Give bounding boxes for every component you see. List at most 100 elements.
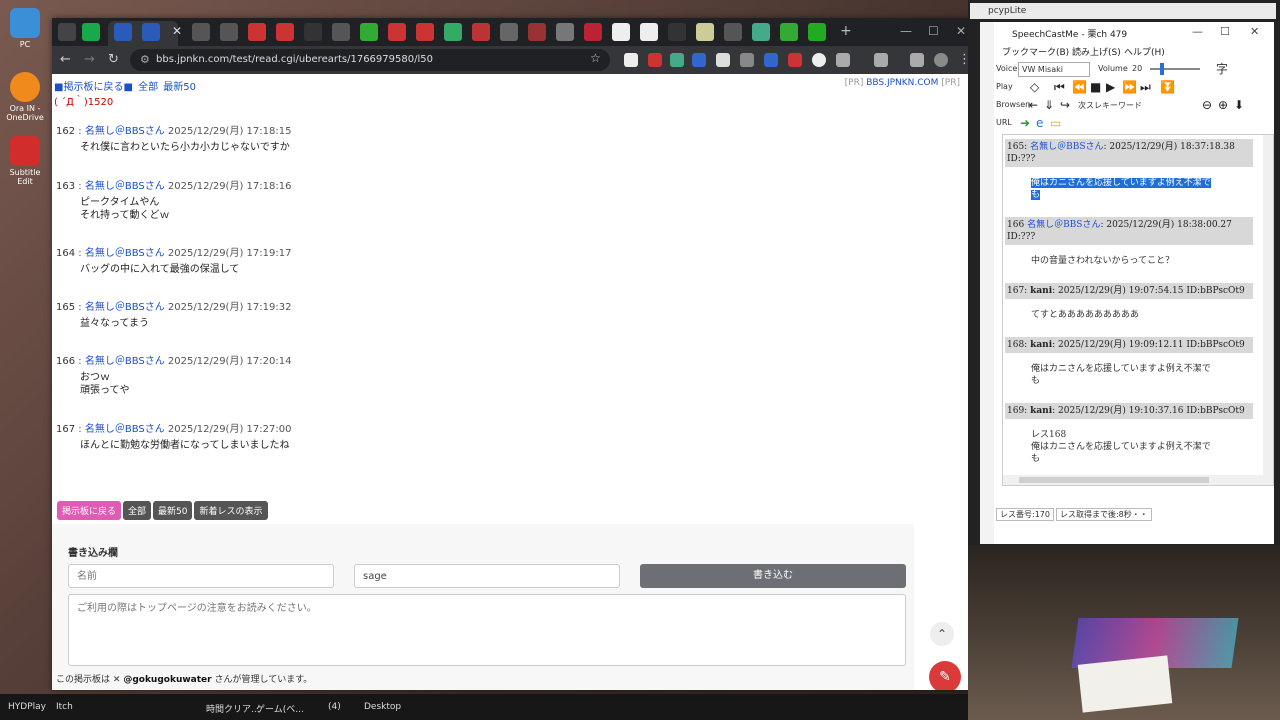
play-icon[interactable]: ▶ xyxy=(1106,80,1115,94)
tab-favicon[interactable] xyxy=(332,23,350,41)
forward-icon[interactable]: → xyxy=(84,52,95,67)
site-info-icon[interactable]: ⚙ xyxy=(140,53,150,66)
tab-menu-icon[interactable] xyxy=(58,23,76,41)
post-number[interactable]: 166 xyxy=(56,356,75,367)
post-number[interactable]: 164 xyxy=(56,248,75,259)
first-icon[interactable]: ⏮ xyxy=(1054,80,1065,95)
new-tab-icon[interactable]: + xyxy=(840,23,852,39)
latest50-link[interactable]: 最新50 xyxy=(163,82,196,93)
maximize-icon[interactable]: ☐ xyxy=(928,24,939,38)
tab-favicon[interactable] xyxy=(114,23,132,41)
go-icon[interactable]: ➜ xyxy=(1020,116,1030,130)
tab-favicon[interactable] xyxy=(556,23,574,41)
address-bar[interactable]: ⚙ bbs.jpnkn.com/test/read.cgi/uberearts/… xyxy=(130,49,610,71)
taskbar-item[interactable]: HYDPlay xyxy=(8,702,46,712)
back-icon[interactable]: ⇤ xyxy=(1028,98,1038,112)
post-name[interactable]: 名無し＠BBSさん xyxy=(85,181,165,192)
bookmark-star-icon[interactable]: ☆ xyxy=(590,51,601,65)
tab-favicon[interactable] xyxy=(696,23,714,41)
tab-favicon[interactable] xyxy=(472,23,490,41)
menu-help[interactable]: ヘルプ(H) xyxy=(1124,45,1165,58)
back-icon[interactable]: ← xyxy=(60,52,71,67)
latest50-button[interactable]: 最新50 xyxy=(153,501,193,520)
back-to-board-button[interactable]: 掲示板に戻る xyxy=(57,501,122,520)
all-link[interactable]: 全部 xyxy=(138,82,158,93)
taskbar-item[interactable]: (4) xyxy=(328,702,341,712)
scroll-top-button[interactable]: ⌃ xyxy=(930,622,954,646)
last-icon[interactable]: ⏭ xyxy=(1140,80,1151,95)
message-textarea[interactable]: ご利用の際はトップページの注意をお読みください。 xyxy=(68,594,906,666)
ie-icon[interactable]: e xyxy=(1036,116,1043,130)
back-to-board-link[interactable]: ■掲示板に戻る■ xyxy=(54,82,133,93)
tab-favicon[interactable] xyxy=(192,23,210,41)
reading-list-icon[interactable] xyxy=(910,53,924,67)
extension-icon[interactable] xyxy=(624,53,638,67)
menu-bookmark[interactable]: ブックマーク(B) xyxy=(1002,45,1069,58)
extension-icon[interactable] xyxy=(788,53,802,67)
minimize-icon[interactable]: — xyxy=(1192,25,1203,38)
taskbar-item[interactable]: Itch xyxy=(56,702,73,712)
extension-icon[interactable] xyxy=(716,53,730,67)
tab-favicon[interactable] xyxy=(640,23,658,41)
avatar[interactable] xyxy=(934,53,948,67)
close-window-icon[interactable]: ✕ xyxy=(956,24,966,38)
down-icon[interactable]: ⇓ xyxy=(1044,98,1054,112)
all-button[interactable]: 全部 xyxy=(123,501,152,520)
post-number[interactable]: 165 xyxy=(56,302,75,313)
voice-select[interactable]: VW Misaki xyxy=(1018,62,1090,77)
extension-icon[interactable] xyxy=(764,53,778,67)
show-new-button[interactable]: 新着レスの表示 xyxy=(194,501,268,520)
extension-icon[interactable] xyxy=(874,53,888,67)
tab-favicon[interactable] xyxy=(500,23,518,41)
mail-field[interactable]: sage xyxy=(354,564,620,588)
compose-pencil-button[interactable]: ✎ xyxy=(929,661,961,690)
menu-read[interactable]: 読み上げ(S) xyxy=(1072,45,1121,58)
extension-icon[interactable] xyxy=(692,53,706,67)
prev-icon[interactable]: ⏪ xyxy=(1072,80,1087,94)
tab-favicon[interactable] xyxy=(724,23,742,41)
zoom-in-icon[interactable]: ⊕ xyxy=(1218,98,1228,112)
maximize-icon[interactable]: ☐ xyxy=(1220,25,1230,38)
taskbar-item[interactable]: 時間クリア... xyxy=(206,702,260,715)
tab-favicon[interactable] xyxy=(82,23,100,41)
zoom-out-icon[interactable]: ⊖ xyxy=(1202,98,1212,112)
post-name[interactable]: 名無し＠BBSさん xyxy=(85,424,165,435)
dropdown-icon[interactable]: ⏬ xyxy=(1160,80,1175,94)
tab-favicon[interactable] xyxy=(752,23,770,41)
reload-icon[interactable]: ↻ xyxy=(108,52,119,67)
tab-favicon[interactable] xyxy=(780,23,798,41)
tab-favicon[interactable] xyxy=(248,23,266,41)
font-icon[interactable]: 字 xyxy=(1216,60,1228,77)
tab-favicon[interactable] xyxy=(612,23,630,41)
list-vscrollbar[interactable] xyxy=(1263,135,1273,485)
tab-favicon[interactable] xyxy=(584,23,602,41)
tab-favicon[interactable] xyxy=(528,23,546,41)
minimize-icon[interactable]: — xyxy=(900,24,912,38)
tab-favicon[interactable] xyxy=(220,23,238,41)
submit-button[interactable]: 書き込む xyxy=(640,564,906,588)
post-number[interactable]: 163 xyxy=(56,181,75,192)
eraser-icon[interactable]: ◇ xyxy=(1030,80,1039,94)
post-name[interactable]: 名無し＠BBSさん xyxy=(85,356,165,367)
post-name[interactable]: 名無し＠BBSさん xyxy=(85,126,165,137)
next-icon[interactable]: ⏩ xyxy=(1122,80,1137,94)
tab-favicon[interactable] xyxy=(304,23,322,41)
list-hscrollbar[interactable] xyxy=(1003,475,1273,485)
name-field[interactable]: 名前 xyxy=(68,564,334,588)
tab-favicon[interactable] xyxy=(360,23,378,41)
download-icon[interactable]: ⬇ xyxy=(1234,98,1244,112)
folder-icon[interactable]: ▭ xyxy=(1050,116,1061,130)
tab-favicon[interactable] xyxy=(444,23,462,41)
extension-icon[interactable] xyxy=(740,53,754,67)
tab-favicon[interactable] xyxy=(808,23,826,41)
tab-favicon[interactable] xyxy=(388,23,406,41)
forward-icon[interactable]: ↪ xyxy=(1060,98,1070,112)
tab-favicon[interactable] xyxy=(276,23,294,41)
res-name[interactable]: 名無し＠BBSさん xyxy=(1030,142,1103,152)
desktop-icon-onedrive[interactable]: Ora IN - OneDrive xyxy=(4,72,46,122)
pr-link[interactable]: BBS.JPNKN.COM xyxy=(866,78,938,88)
stop-icon[interactable]: ■ xyxy=(1090,80,1101,94)
post-name[interactable]: 名無し＠BBSさん xyxy=(85,302,165,313)
post-number[interactable]: 167 xyxy=(56,424,75,435)
close-tab-icon[interactable]: ✕ xyxy=(172,24,182,38)
